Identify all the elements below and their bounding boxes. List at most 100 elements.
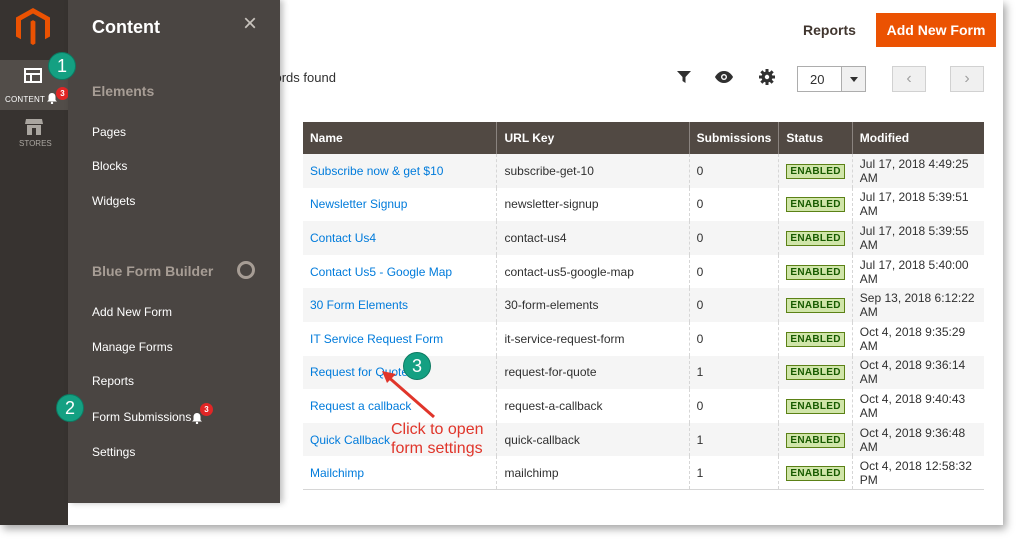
gear-icon[interactable] xyxy=(757,67,777,87)
nav-stores[interactable]: STORES xyxy=(0,113,68,153)
table-cell: ENABLED xyxy=(778,355,853,390)
status-badge: ENABLED xyxy=(786,365,845,381)
table-cell: mailchimp xyxy=(496,456,690,491)
admin-window: Reports Add New Form cords found 20 ‹ › xyxy=(0,0,1003,525)
menu-item-widgets[interactable]: Widgets xyxy=(92,194,135,208)
table-cell: 1 xyxy=(689,355,780,390)
table-cell: 0 xyxy=(689,221,780,255)
status-badge: ENABLED xyxy=(786,398,845,414)
menu-item-manage-forms[interactable]: Manage Forms xyxy=(92,340,173,354)
cell-name[interactable]: Contact Us4 xyxy=(310,231,376,245)
table-cell: Jul 17, 2018 5:39:51 AM xyxy=(852,187,984,222)
prev-page-button[interactable]: ‹ xyxy=(892,66,926,92)
cell-name[interactable]: Mailchimp xyxy=(310,466,364,480)
cell-name[interactable]: Newsletter Signup xyxy=(310,197,407,211)
table-cell: ENABLED xyxy=(778,389,853,423)
cell-submissions: 0 xyxy=(696,398,704,413)
table-row[interactable]: Subscribe now & get $10 subscribe-get-10 0… xyxy=(303,154,984,188)
cell-name[interactable]: Subscribe now & get $10 xyxy=(310,164,443,178)
cell-name[interactable]: IT Service Request Form xyxy=(310,332,443,346)
table-cell: 30 Form Elements xyxy=(303,288,498,322)
next-page-button[interactable]: › xyxy=(950,66,984,92)
cell-submissions: 0 xyxy=(696,163,704,178)
table-cell: it-service-request-form xyxy=(496,321,690,356)
table-cell: 0 xyxy=(689,154,780,188)
cell-url-key: request-a-callback xyxy=(504,398,603,413)
cell-submissions: 1 xyxy=(696,465,704,480)
flyout-title: Content xyxy=(92,17,160,37)
table-cell: Jul 17, 2018 5:40:00 AM xyxy=(852,254,984,289)
content-flyout-menu: Content × Elements Pages Blocks Widgets … xyxy=(68,0,280,503)
status-badge: ENABLED xyxy=(786,298,845,314)
menu-item-reports[interactable]: Reports xyxy=(92,374,134,388)
table-row[interactable]: IT Service Request Form it-service-reques… xyxy=(303,321,984,356)
table-cell: Subscribe now & get $10 xyxy=(303,154,498,188)
table-cell: 0 xyxy=(689,321,780,356)
filter-icon[interactable] xyxy=(674,67,694,87)
column-header-name[interactable]: Name xyxy=(303,122,498,154)
table-cell: ENABLED xyxy=(778,254,853,289)
table-cell: Jul 17, 2018 4:49:25 AM xyxy=(852,154,984,188)
cell-name[interactable]: Contact Us5 - Google Map xyxy=(310,265,452,279)
table-cell: 1 xyxy=(689,456,780,491)
table-cell: ENABLED xyxy=(778,187,853,222)
table-cell: IT Service Request Form xyxy=(303,321,498,356)
add-new-form-button[interactable]: Add New Form xyxy=(876,13,996,47)
table-cell: ENABLED xyxy=(778,288,853,322)
annotation-text: Click to open form settings xyxy=(391,420,484,458)
nav-content-label: CONTENT xyxy=(5,95,46,104)
column-header-status[interactable]: Status xyxy=(778,122,853,154)
cell-submissions: 0 xyxy=(696,197,704,212)
magento-logo-icon[interactable] xyxy=(16,8,50,46)
cell-modified: Oct 4, 2018 9:40:43 AM xyxy=(859,391,966,420)
menu-item-blocks[interactable]: Blocks xyxy=(92,159,127,173)
column-header-url-key[interactable]: URL Key xyxy=(496,122,690,154)
cell-name[interactable]: Quick Callback xyxy=(310,433,390,447)
table-cell: Oct 4, 2018 9:35:29 AM xyxy=(852,321,984,356)
status-badge: ENABLED xyxy=(786,197,845,213)
reports-link[interactable]: Reports xyxy=(803,22,856,38)
status-badge: ENABLED xyxy=(786,264,845,280)
table-cell: ENABLED xyxy=(778,422,853,457)
nav-stores-label: STORES xyxy=(19,139,52,148)
cell-modified: Oct 4, 2018 9:36:48 AM xyxy=(859,425,966,454)
table-cell: ENABLED xyxy=(778,321,853,356)
cell-modified: Jul 17, 2018 5:39:55 AM xyxy=(859,223,969,252)
chevron-down-icon[interactable] xyxy=(841,67,865,91)
table-cell: 1 xyxy=(689,422,780,457)
section-heading-elements: Elements xyxy=(92,83,155,99)
table-cell: request-a-callback xyxy=(496,389,690,423)
eye-icon[interactable] xyxy=(714,67,734,87)
cell-submissions: 1 xyxy=(696,365,704,380)
table-cell: Contact Us4 xyxy=(303,221,498,255)
table-cell: Oct 4, 2018 9:36:48 AM xyxy=(852,422,984,457)
cell-url-key: subscribe-get-10 xyxy=(504,163,594,178)
table-row[interactable]: Contact Us5 - Google Map contact-us5-goog… xyxy=(303,254,984,289)
status-badge: ENABLED xyxy=(786,163,845,179)
content-icon xyxy=(24,68,42,83)
cell-modified: Oct 4, 2018 9:35:29 AM xyxy=(859,324,966,353)
close-icon[interactable]: × xyxy=(240,12,260,36)
column-header-modified[interactable]: Modified xyxy=(852,122,984,154)
table-row[interactable]: Mailchimp mailchimp 1 ENABLED Oct 4, 2018 12… xyxy=(303,456,984,491)
menu-item-settings[interactable]: Settings xyxy=(92,445,135,459)
cell-submissions: 0 xyxy=(696,264,704,279)
table-cell: newsletter-signup xyxy=(496,187,690,222)
table-row[interactable]: Contact Us4 contact-us4 0 ENABLED Jul 17, 20… xyxy=(303,221,984,255)
cell-name[interactable]: 30 Form Elements xyxy=(310,298,408,312)
cell-url-key: newsletter-signup xyxy=(504,197,599,212)
table-cell: ENABLED xyxy=(778,221,853,255)
table-cell: Contact Us5 - Google Map xyxy=(303,254,498,289)
status-badge: ENABLED xyxy=(786,465,845,481)
table-row[interactable]: Newsletter Signup newsletter-signup 0 ENABL… xyxy=(303,187,984,222)
menu-item-add-new-form[interactable]: Add New Form xyxy=(92,305,172,319)
table-row[interactable]: 30 Form Elements 30-form-elements 0 ENABLED… xyxy=(303,288,984,322)
table-cell: contact-us4 xyxy=(496,221,690,255)
column-header-submissions[interactable]: Submissions xyxy=(689,122,780,154)
menu-item-pages[interactable]: Pages xyxy=(92,125,126,139)
per-page-select[interactable]: 20 xyxy=(797,66,866,92)
menu-item-form-submissions[interactable]: Form Submissions xyxy=(92,410,191,424)
table-cell: Newsletter Signup xyxy=(303,187,498,222)
table-cell: 0 xyxy=(689,389,780,423)
table-cell: subscribe-get-10 xyxy=(496,154,690,188)
